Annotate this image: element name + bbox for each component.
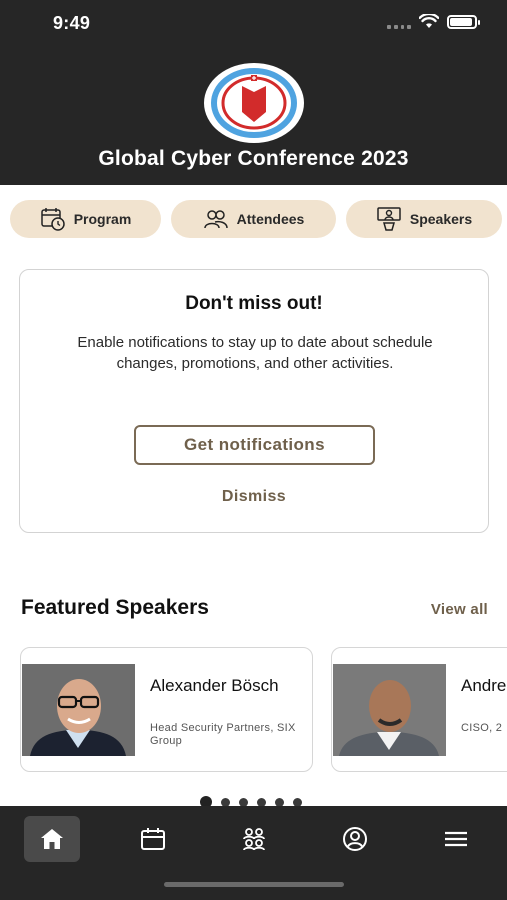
cellular-signal-icon — [387, 15, 411, 29]
quick-links: Program Attendees Speakers — [10, 200, 502, 238]
program-label: Program — [73, 211, 132, 227]
notification-prompt-title: Don't miss out! — [185, 293, 323, 314]
status-time: 9:49 — [53, 13, 91, 33]
status-bar: 9:49 — [0, 0, 507, 48]
speaker-name: Andre — [461, 676, 507, 695]
get-notifications-button[interactable]: Get notifications — [134, 425, 375, 465]
speaker-portrait-icon — [333, 664, 446, 756]
notification-prompt-body: Enable notifications to stay up to date … — [77, 334, 433, 372]
home-icon — [41, 829, 63, 849]
speaker-portrait-icon — [22, 664, 135, 756]
calendar-icon — [141, 828, 165, 850]
nav-menu[interactable] — [428, 816, 484, 862]
people-icon — [203, 210, 228, 229]
status-icons — [387, 14, 480, 29]
conference-logo — [204, 63, 304, 143]
people-icon — [243, 828, 265, 851]
home-indicator[interactable] — [164, 882, 344, 887]
nav-attendees[interactable] — [226, 816, 282, 862]
battery-icon — [447, 14, 480, 29]
speaker-photo — [22, 664, 135, 756]
nav-calendar[interactable] — [125, 816, 181, 862]
conference-title: Global Cyber Conference 2023 — [98, 147, 409, 170]
attendees-button[interactable]: Attendees — [171, 200, 336, 238]
featured-speakers-title: Featured Speakers — [21, 596, 209, 619]
profile-icon — [343, 827, 367, 851]
speaker-card[interactable]: Alexander Bösch Head Security Partners, … — [20, 647, 313, 772]
nav-profile[interactable] — [327, 816, 383, 862]
app-header: 9:49 Global Cyber Conference 2023 — [0, 0, 507, 185]
attendees-label: Attendees — [236, 211, 305, 227]
speaker-role: CISO, 2 — [461, 722, 503, 734]
dismiss-button[interactable]: Dismiss — [20, 488, 488, 506]
program-button[interactable]: Program — [10, 200, 161, 238]
speaker-name: Alexander Bösch — [150, 676, 279, 695]
speaker-role: Head Security Partners, SIX Group — [150, 722, 296, 747]
notification-prompt-card: Don't miss out! Enable notifications to … — [19, 269, 489, 533]
menu-icon — [445, 831, 467, 847]
calendar-clock-icon — [40, 208, 65, 231]
speaker-photo — [333, 664, 446, 756]
speaker-card[interactable]: Andre CISO, 2 — [331, 647, 507, 772]
speakers-button[interactable]: Speakers — [346, 200, 502, 238]
view-all-link[interactable]: View all — [431, 601, 488, 618]
speakers-label: Speakers — [409, 211, 473, 227]
nav-home[interactable] — [24, 816, 80, 862]
conference-logo-mark — [211, 68, 297, 138]
wifi-icon — [419, 14, 439, 28]
speaker-podium-icon — [377, 207, 401, 231]
